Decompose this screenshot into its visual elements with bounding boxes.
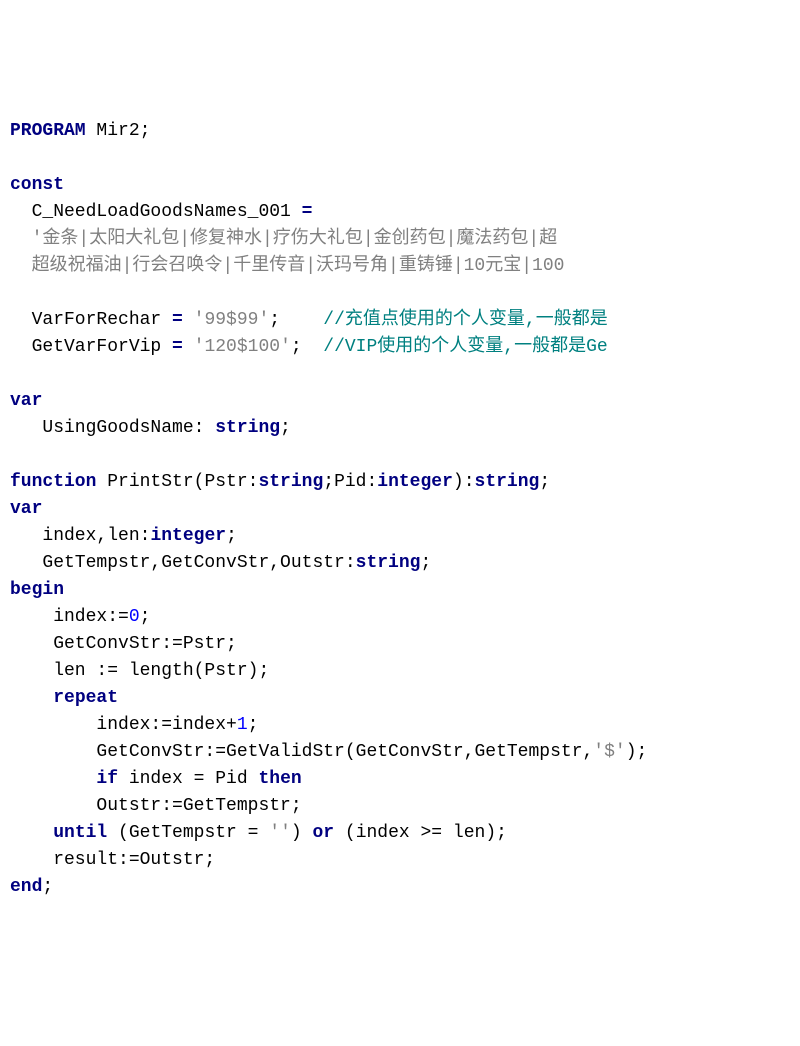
code-token: end: [10, 877, 42, 897]
code-line: index:=0;: [10, 604, 800, 631]
code-token: string: [258, 472, 323, 492]
code-line: GetTempstr,GetConvStr,Outstr:string;: [10, 550, 800, 577]
code-token: begin: [10, 580, 64, 600]
code-token: string: [475, 472, 540, 492]
code-token: GetConvStr:=GetValidStr(GetConvStr,GetTe…: [10, 742, 593, 762]
code-token: ;: [248, 715, 259, 735]
code-token: or: [312, 823, 334, 843]
code-token: [10, 229, 32, 249]
code-token: //VIP使用的个人变量,一般都是Ge: [323, 337, 607, 357]
code-token: repeat: [53, 688, 118, 708]
code-line: 超级祝福油|行会召唤令|千里传音|沃玛号角|重铸锤|10元宝|100: [10, 253, 800, 280]
code-line: VarForRechar = '99$99'; //充值点使用的个人变量,一般都…: [10, 307, 800, 334]
code-token: '金条|太阳大礼包|修复神水|疗伤大礼包|金创药包|魔法药包|超: [32, 229, 558, 249]
code-token: ;: [226, 526, 237, 546]
code-token: C_NeedLoadGoodsNames_001: [10, 202, 302, 222]
code-token: GetConvStr:=Pstr;: [10, 634, 237, 654]
code-block: PROGRAM Mir2; const C_NeedLoadGoodsNames…: [10, 118, 800, 901]
code-line: repeat: [10, 685, 800, 712]
code-token: 超级祝福油|行会召唤令|千里传音|沃玛号角|重铸锤|10元宝|100: [32, 256, 565, 276]
code-token: integer: [377, 472, 453, 492]
code-token: GetVarForVip: [10, 337, 172, 357]
code-token: ): [291, 823, 313, 843]
code-token: UsingGoodsName:: [10, 418, 215, 438]
code-token: index:=index+: [10, 715, 237, 735]
code-line: function PrintStr(Pstr:string;Pid:intege…: [10, 469, 800, 496]
code-token: =: [302, 202, 313, 222]
code-token: ;: [420, 553, 431, 573]
code-token: [10, 688, 53, 708]
code-line: UsingGoodsName: string;: [10, 415, 800, 442]
code-token: function: [10, 472, 96, 492]
code-token: integer: [150, 526, 226, 546]
code-line: end;: [10, 874, 800, 901]
code-token: index,len:: [10, 526, 150, 546]
code-token: string: [356, 553, 421, 573]
code-token: [10, 256, 32, 276]
code-line: var: [10, 388, 800, 415]
code-line: '金条|太阳大礼包|修复神水|疗伤大礼包|金创药包|魔法药包|超: [10, 226, 800, 253]
code-line: until (GetTempstr = '') or (index >= len…: [10, 820, 800, 847]
code-token: PrintStr(Pstr:: [96, 472, 258, 492]
code-token: '$': [593, 742, 625, 762]
code-token: var: [10, 391, 42, 411]
code-line: len := length(Pstr);: [10, 658, 800, 685]
code-line: index:=index+1;: [10, 712, 800, 739]
code-token: ;Pid:: [323, 472, 377, 492]
code-token: ;: [42, 877, 53, 897]
code-token: ;: [539, 472, 550, 492]
code-token: =: [172, 337, 183, 357]
code-token: [183, 337, 194, 357]
code-line: [10, 145, 800, 172]
code-line: begin: [10, 577, 800, 604]
code-token: index = Pid: [118, 769, 258, 789]
code-token: then: [258, 769, 301, 789]
code-token: ):: [453, 472, 475, 492]
code-token: var: [10, 499, 42, 519]
code-line: GetConvStr:=Pstr;: [10, 631, 800, 658]
code-token: PROGRAM: [10, 121, 86, 141]
code-token: (index >= len);: [334, 823, 507, 843]
code-token: [183, 310, 194, 330]
code-token: string: [215, 418, 280, 438]
code-token: [10, 769, 96, 789]
code-token: '120$100': [194, 337, 291, 357]
code-token: len := length(Pstr);: [10, 661, 269, 681]
code-token: const: [10, 175, 64, 195]
code-token: (GetTempstr =: [107, 823, 269, 843]
code-token: until: [53, 823, 107, 843]
code-line: if index = Pid then: [10, 766, 800, 793]
code-token: Mir2;: [86, 121, 151, 141]
code-line: result:=Outstr;: [10, 847, 800, 874]
code-line: index,len:integer;: [10, 523, 800, 550]
code-token: ;: [291, 337, 323, 357]
code-token: index:=: [10, 607, 129, 627]
code-token: if: [96, 769, 118, 789]
code-line: PROGRAM Mir2;: [10, 118, 800, 145]
code-token: [10, 823, 53, 843]
code-token: VarForRechar: [10, 310, 172, 330]
code-line: [10, 361, 800, 388]
code-token: 0: [129, 607, 140, 627]
code-line: GetConvStr:=GetValidStr(GetConvStr,GetTe…: [10, 739, 800, 766]
code-token: ;: [280, 418, 291, 438]
code-token: '99$99': [194, 310, 270, 330]
code-line: Outstr:=GetTempstr;: [10, 793, 800, 820]
code-token: );: [626, 742, 648, 762]
code-line: const: [10, 172, 800, 199]
code-token: '': [269, 823, 291, 843]
code-token: =: [172, 310, 183, 330]
code-token: Outstr:=GetTempstr;: [10, 796, 302, 816]
code-token: 1: [237, 715, 248, 735]
code-token: GetTempstr,GetConvStr,Outstr:: [10, 553, 356, 573]
code-token: //充值点使用的个人变量,一般都是: [323, 310, 607, 330]
code-token: result:=Outstr;: [10, 850, 215, 870]
code-line: var: [10, 496, 800, 523]
code-token: ;: [269, 310, 323, 330]
code-line: [10, 442, 800, 469]
code-line: [10, 280, 800, 307]
code-line: C_NeedLoadGoodsNames_001 =: [10, 199, 800, 226]
code-line: GetVarForVip = '120$100'; //VIP使用的个人变量,一…: [10, 334, 800, 361]
code-token: ;: [140, 607, 151, 627]
